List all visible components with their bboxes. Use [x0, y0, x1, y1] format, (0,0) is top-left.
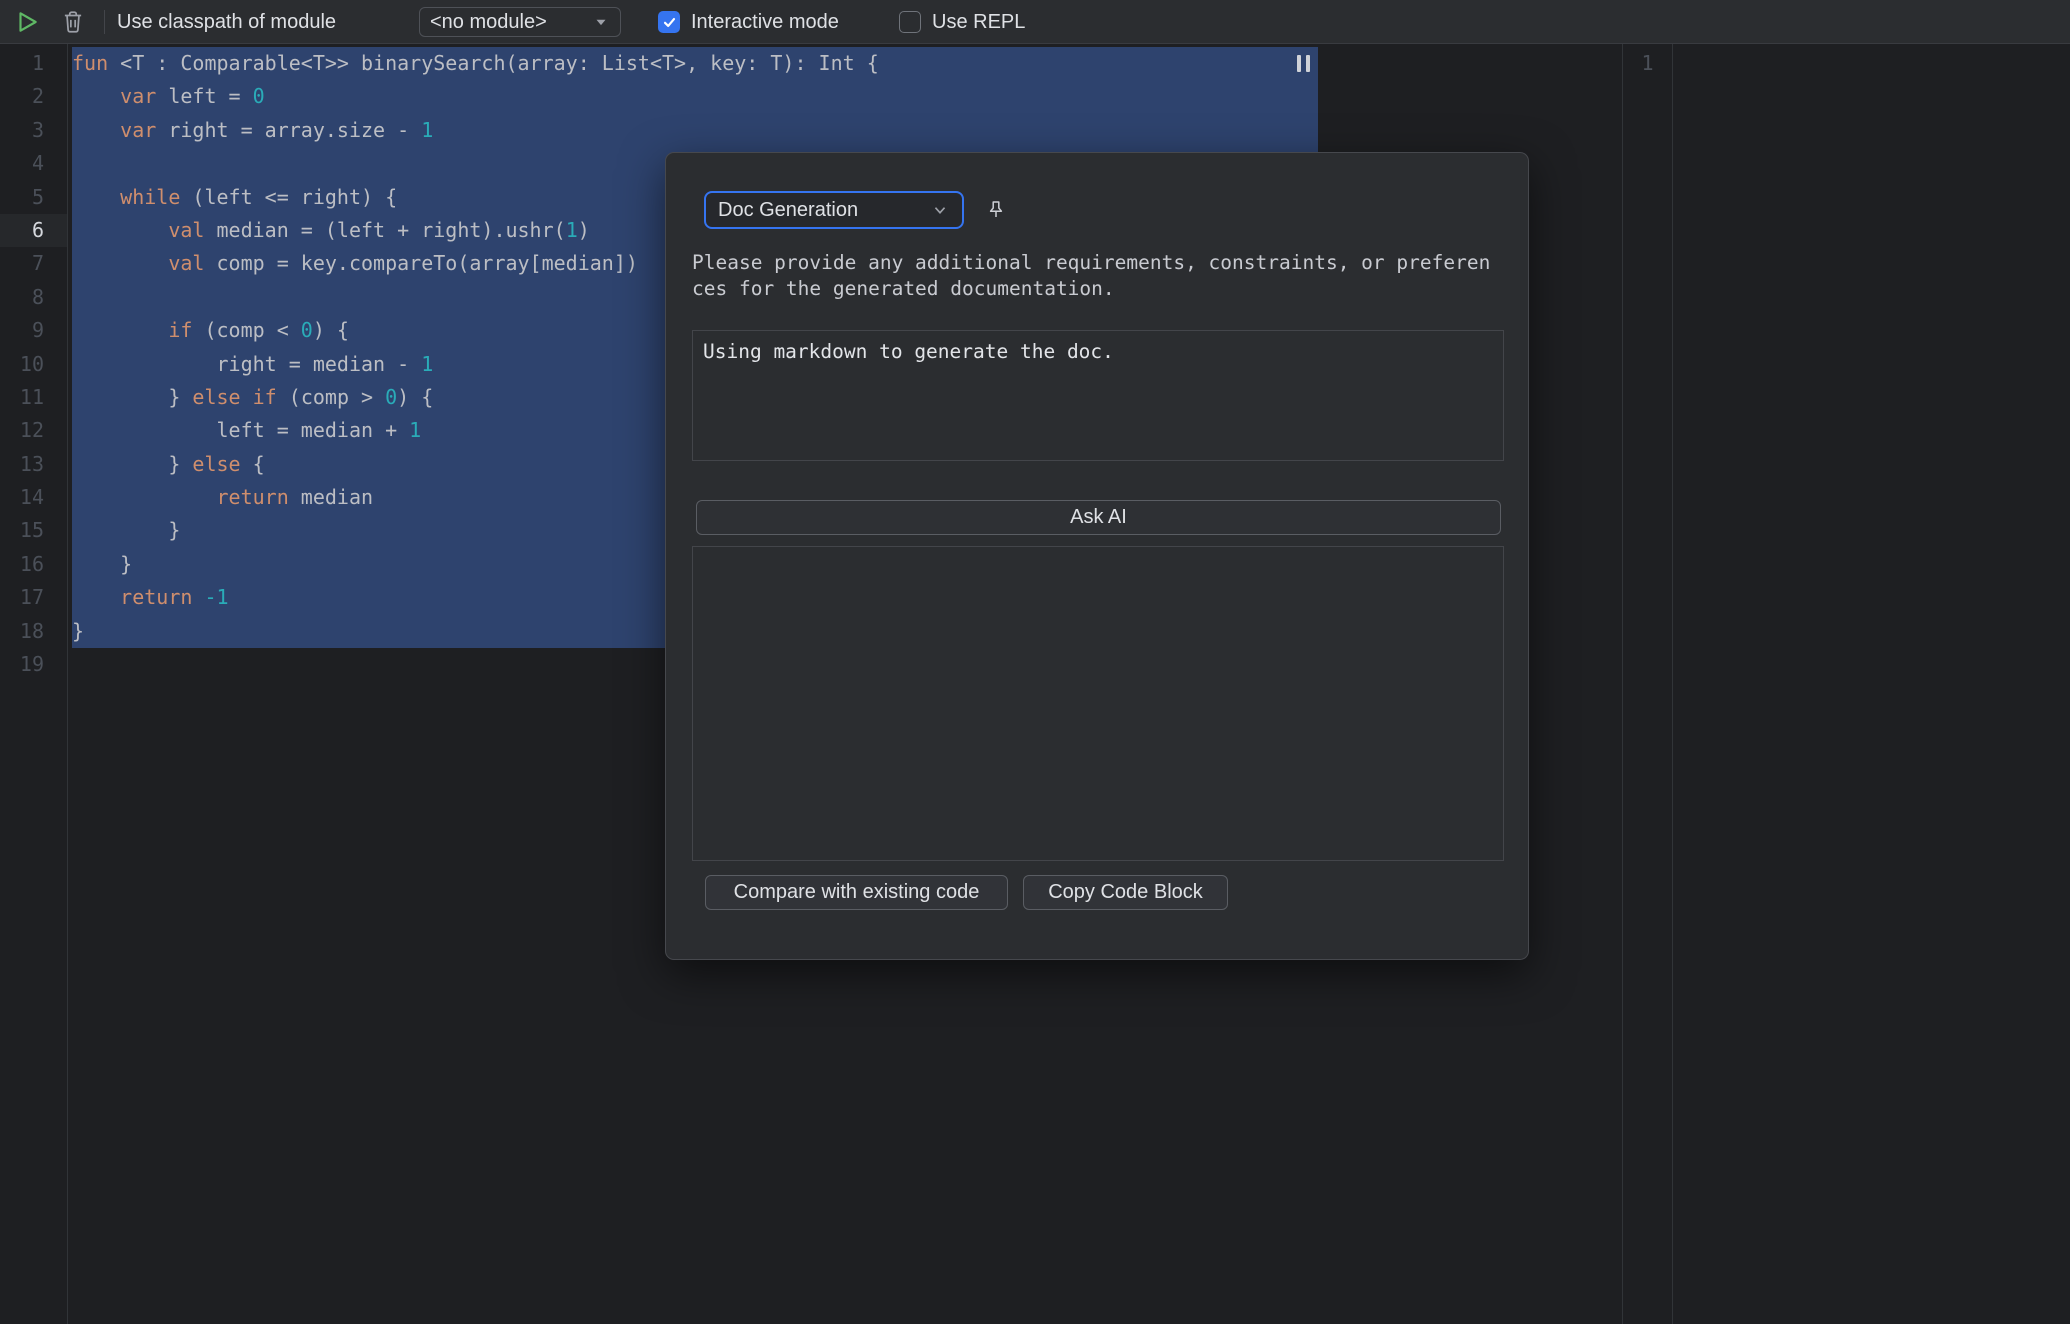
line-number: 2 [0, 80, 67, 113]
chevron-down-icon [930, 200, 950, 220]
run-toolbar: Use classpath of module <no module> Inte… [0, 0, 2070, 44]
line-number: 11 [0, 381, 67, 414]
line-number: 18 [0, 615, 67, 648]
module-dropdown[interactable]: <no module> [419, 7, 621, 37]
code-line: fun <T : Comparable<T>> binarySearch(arr… [72, 47, 879, 80]
editor-gutter: 12345678910111213141516171819 [0, 44, 68, 1324]
line-number: 8 [0, 281, 67, 314]
line-number: 15 [0, 514, 67, 547]
classpath-label: Use classpath of module [117, 0, 336, 44]
line-number: 3 [0, 114, 67, 147]
line-number: 19 [0, 648, 67, 681]
interactive-mode-label: Interactive mode [691, 11, 839, 34]
split-divider[interactable] [1622, 44, 1623, 1324]
pin-button[interactable] [981, 195, 1011, 225]
line-number: 9 [0, 314, 67, 347]
use-repl-checkbox[interactable] [899, 11, 921, 33]
compare-button[interactable]: Compare with existing code [705, 875, 1008, 910]
run-button[interactable] [14, 0, 40, 44]
right-gutter-divider [1672, 44, 1673, 1324]
line-number: 13 [0, 448, 67, 481]
check-icon [662, 15, 677, 30]
code-line: var right = array.size - 1 [72, 114, 879, 147]
line-number: 14 [0, 481, 67, 514]
line-number: 10 [0, 348, 67, 381]
dialog-description: Please provide any additional requiremen… [692, 250, 1512, 302]
toolbar-separator [104, 10, 105, 34]
chevron-down-icon [592, 13, 610, 31]
line-number: 17 [0, 581, 67, 614]
interactive-mode-checkbox[interactable] [658, 11, 680, 33]
line-number: 12 [0, 414, 67, 447]
mode-dropdown[interactable]: Doc Generation [704, 191, 964, 229]
line-number: 6 [0, 214, 67, 247]
module-dropdown-value: <no module> [430, 11, 592, 34]
run-icon [14, 9, 40, 35]
line-number: 5 [0, 181, 67, 214]
mode-dropdown-value: Doc Generation [718, 199, 930, 222]
use-repl-label: Use REPL [932, 11, 1025, 34]
pause-icon[interactable] [1297, 55, 1310, 72]
clear-button[interactable] [60, 0, 86, 44]
ask-ai-button[interactable]: Ask AI [696, 500, 1501, 535]
requirements-input[interactable]: Using markdown to generate the doc. [692, 330, 1504, 461]
line-number: 7 [0, 247, 67, 280]
line-numbers: 12345678910111213141516171819 [0, 47, 67, 681]
line-number: 4 [0, 147, 67, 180]
pin-icon [985, 199, 1007, 221]
doc-generation-dialog: Doc Generation Please provide any additi… [665, 152, 1529, 960]
trash-icon [60, 9, 86, 35]
generated-output-area [692, 546, 1504, 861]
copy-code-block-button[interactable]: Copy Code Block [1023, 875, 1228, 910]
right-pane-line-number: 1 [1623, 47, 1672, 80]
code-line: var left = 0 [72, 80, 879, 113]
ide-window: Use classpath of module <no module> Inte… [0, 0, 2070, 1324]
line-number: 16 [0, 548, 67, 581]
line-number: 1 [0, 47, 67, 80]
